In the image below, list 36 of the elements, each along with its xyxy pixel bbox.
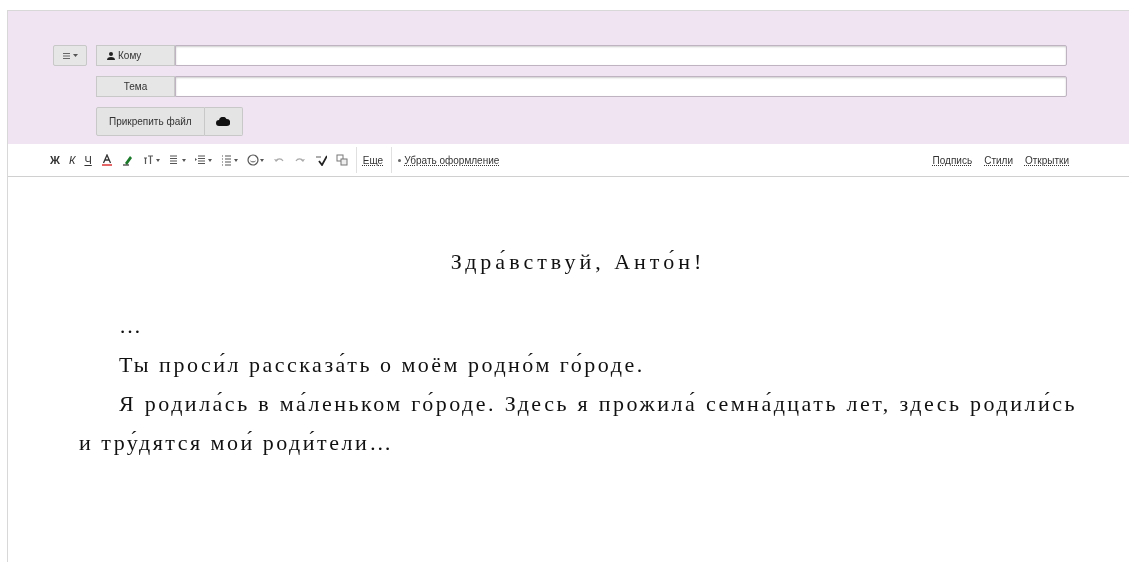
person-icon — [107, 51, 115, 60]
indent-icon[interactable] — [194, 154, 207, 166]
clear-formatting-link[interactable]: Убрать оформление — [404, 152, 500, 168]
caret-icon[interactable] — [259, 158, 264, 162]
recipient-field[interactable] — [175, 45, 1067, 66]
letter-greeting: Здра́вствуй, Анто́н! — [449, 248, 707, 276]
smiley-icon[interactable] — [246, 154, 259, 166]
bullet-icon — [398, 158, 402, 162]
subject-label[interactable]: Тема — [96, 76, 175, 97]
caret-icon[interactable] — [155, 158, 160, 162]
caret-icon[interactable] — [181, 158, 186, 162]
menu-icon — [62, 52, 70, 59]
more-menu[interactable]: Еще — [362, 152, 384, 168]
toolbar-link[interactable]: Подпись — [932, 152, 973, 168]
letter-paragraph: … — [118, 312, 145, 340]
italic-button[interactable]: К — [68, 151, 76, 169]
caret-icon — [72, 54, 78, 57]
cloud-button[interactable] — [204, 107, 243, 136]
letter-paragraph: Я родила́сь в ма́леньком го́роде. Здесь я прожила́ семна́дцать лет, здесь родили́сь и тру́дятся мои́ роди́тели… — [79, 390, 1077, 457]
menu-button[interactable] — [53, 45, 87, 66]
letter-paragraph: Ты проси́л рассказа́ть о моём родно́м го́роде. — [118, 351, 646, 379]
underline-button[interactable]: Ч — [84, 151, 92, 169]
subject-field[interactable] — [175, 76, 1067, 97]
spellcheck-icon[interactable] — [314, 154, 327, 166]
toolbar-link[interactable]: Стили — [984, 152, 1013, 168]
bold-button[interactable]: Ж — [50, 151, 60, 169]
attach-file-button[interactable]: Прикрепить файл — [96, 107, 205, 136]
caret-icon[interactable] — [233, 158, 238, 162]
caret-icon[interactable] — [207, 158, 212, 162]
cloud-icon — [216, 117, 231, 126]
font-color-icon[interactable] — [100, 154, 113, 166]
toolbar-link[interactable]: Открытки — [1024, 152, 1069, 168]
text-size-icon[interactable] — [142, 154, 155, 166]
marker-icon[interactable] — [121, 154, 134, 166]
recipient-label[interactable]: Кому — [96, 45, 175, 66]
translate-icon[interactable] — [335, 154, 348, 166]
